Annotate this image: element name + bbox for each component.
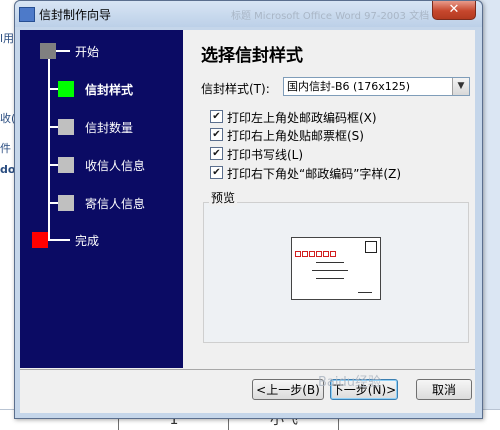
- step-marker: [32, 232, 48, 248]
- check-icon[interactable]: ✔: [210, 128, 223, 141]
- preview-label: 预览: [209, 189, 238, 206]
- step-start[interactable]: 开始: [20, 40, 183, 62]
- checkbox-label: 打印书写线(L): [227, 148, 304, 162]
- check-icon[interactable]: ✔: [210, 147, 223, 160]
- button-divider: [20, 369, 475, 370]
- step-tick: [48, 88, 58, 90]
- writing-line: [312, 270, 348, 271]
- checkbox-label: 打印右上角处贴邮票框(S): [227, 129, 364, 143]
- step-label: 开始: [75, 45, 100, 59]
- check-icon[interactable]: ✔: [210, 110, 223, 123]
- close-button[interactable]: ✕: [432, 1, 476, 20]
- step-label: 信封数量: [85, 121, 134, 135]
- step-tick: [48, 126, 58, 128]
- step-recipient-info[interactable]: 收信人信息: [20, 154, 183, 176]
- step-marker: [58, 195, 74, 211]
- step-label: 寄信人信息: [85, 197, 146, 211]
- check-icon[interactable]: ✔: [210, 166, 223, 179]
- step-label: 收信人信息: [85, 159, 146, 173]
- app-icon: [19, 7, 35, 22]
- step-tick: [48, 239, 70, 241]
- writing-line: [316, 262, 344, 263]
- step-marker: [58, 157, 74, 173]
- envelope-style-label: 信封样式(T):: [201, 82, 270, 96]
- step-tick: [56, 50, 70, 52]
- step-label: 信封样式: [85, 83, 134, 97]
- page-title: 选择信封样式: [201, 46, 303, 66]
- bg-fragment: 收(: [0, 112, 16, 125]
- step-tick: [48, 202, 58, 204]
- writing-line: [316, 278, 344, 279]
- cancel-button[interactable]: 取消: [416, 379, 472, 400]
- obscured-window-title: 标题 Microsoft Office Word 97-2003 文档: [231, 11, 430, 22]
- checkbox-label: 打印右下角处“邮政编码”字样(Z): [227, 167, 402, 181]
- wizard-step-panel: 开始 信封样式 信封数量 收信人信息 寄信人信息 完成: [20, 30, 183, 368]
- background-document-right: [481, 0, 500, 409]
- envelope-style-value: 国内信封-B6 (176x125): [287, 80, 411, 93]
- step-marker: [58, 119, 74, 135]
- envelope-style-select[interactable]: 国内信封-B6 (176x125) ▼: [283, 77, 470, 96]
- step-marker: [40, 43, 56, 59]
- step-sender-info[interactable]: 寄信人信息: [20, 192, 183, 214]
- postcode-boxes: [295, 242, 337, 261]
- back-button[interactable]: <上一步(B): [252, 379, 324, 400]
- step-finish[interactable]: 完成: [20, 229, 183, 251]
- step-marker: [58, 81, 74, 97]
- envelope-wizard-dialog: 信封制作向导 标题 Microsoft Office Word 97-2003 …: [14, 0, 483, 419]
- step-label: 完成: [75, 234, 100, 248]
- bg-fragment: 件: [0, 142, 11, 155]
- step-tick: [48, 164, 58, 166]
- step-envelope-style[interactable]: 信封样式: [20, 78, 183, 100]
- title-bar[interactable]: 信封制作向导 标题 Microsoft Office Word 97-2003 …: [15, 1, 482, 27]
- writing-line: [358, 292, 372, 293]
- checkbox-label: 打印左上角处邮政编码框(X): [227, 111, 377, 125]
- dialog-client-area: 开始 信封样式 信封数量 收信人信息 寄信人信息 完成 选择信封样式 信封样式(…: [20, 30, 475, 413]
- chevron-down-icon[interactable]: ▼: [452, 78, 469, 95]
- step-envelope-count[interactable]: 信封数量: [20, 116, 183, 138]
- window-title: 信封制作向导: [39, 8, 112, 22]
- watermark: Baidu经验: [318, 375, 381, 390]
- bg-fragment: l用: [0, 32, 15, 45]
- stamp-box: [365, 241, 377, 253]
- envelope-preview: [291, 237, 381, 300]
